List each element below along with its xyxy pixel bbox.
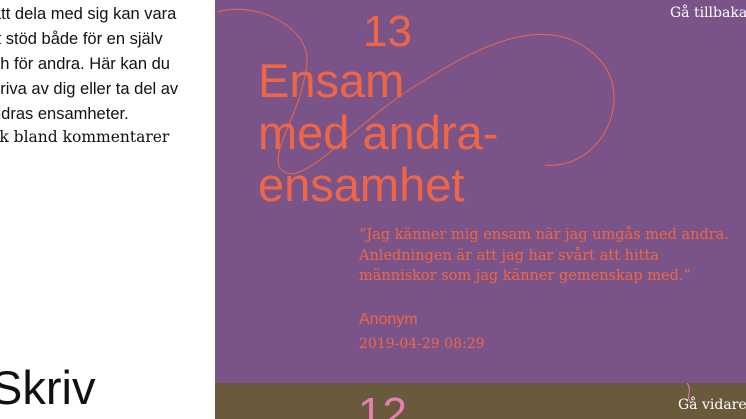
card-number: 13 (363, 7, 412, 56)
card-title: Ensam med andra- ensamhet (258, 55, 738, 211)
intro-text: att dela med sig kan vara tt stöd både f… (0, 2, 215, 127)
post-timestamp: 2019-04-29 08:29 (359, 336, 485, 352)
next-link[interactable]: Gå vidare (678, 397, 746, 413)
next-card-number: 12 (358, 389, 407, 419)
title-line: ensamhet (258, 158, 465, 211)
back-link[interactable]: Gå tillbaka (670, 5, 746, 21)
story-quote: ”Jag känner mig ensam när jag umgås med … (359, 227, 729, 284)
title-line: Ensam (258, 54, 405, 107)
next-story-card[interactable]: 12 Gå vidare (215, 383, 746, 419)
author-name: Anonym (359, 311, 418, 328)
sidebar: att dela med sig kan vara tt stöd både f… (0, 0, 215, 419)
intro-line: ndras ensamheter. (0, 105, 129, 123)
intro-line: ch för andra. Här kan du (0, 55, 170, 73)
decorative-line (686, 383, 692, 404)
title-line: med andra- (258, 106, 499, 159)
search-comments-link[interactable]: ök bland kommentarer (0, 128, 169, 146)
intro-line: tt stöd både för en själv (0, 30, 163, 48)
intro-line: kriva av dig eller ta del av (0, 80, 179, 98)
intro-line: att dela med sig kan vara (0, 5, 177, 23)
write-heading[interactable]: Skriv (0, 358, 95, 418)
story-card: Gå tillbaka 13 Ensam med andra- ensamhet… (215, 0, 746, 383)
